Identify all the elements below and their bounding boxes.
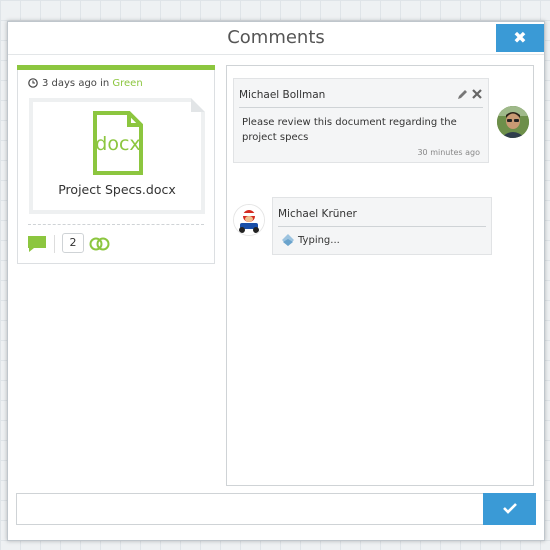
- file-card[interactable]: 3 days ago in Green docx Project Specs.d…: [17, 65, 215, 264]
- comment-input[interactable]: [17, 494, 483, 524]
- clock-icon: [28, 78, 38, 91]
- file-type-label: docx: [95, 133, 141, 155]
- action-divider: [54, 235, 55, 253]
- comment-bubble: Michael Bollman Please review this docum…: [233, 78, 489, 163]
- file-preview-inner: docx Project Specs.docx: [33, 102, 201, 210]
- comment-text: Please review this document regarding th…: [242, 117, 457, 143]
- typing-indicator: Typing...: [281, 233, 340, 247]
- modal-title: Comments: [227, 27, 325, 48]
- send-button[interactable]: [483, 493, 536, 525]
- comment-input-wrapper: [16, 493, 484, 525]
- modal-header: Comments ✖: [8, 22, 544, 55]
- comment-bubble: Michael Krüner Typing...: [272, 197, 492, 255]
- delete-icon[interactable]: [471, 88, 483, 103]
- file-name: Project Specs.docx: [58, 182, 176, 197]
- card-divider: [28, 224, 204, 225]
- comment-author: Michael Bollman: [239, 89, 326, 101]
- edit-icon[interactable]: [457, 89, 468, 103]
- file-preview[interactable]: docx Project Specs.docx: [29, 98, 205, 214]
- comments-modal: Comments ✖ 3 days ago in Green docx Proj…: [7, 21, 545, 541]
- linked-rings-icon[interactable]: [89, 236, 111, 255]
- comments-panel: Michael Bollman Please review this docum…: [226, 65, 534, 486]
- card-accent-bar: [17, 65, 215, 70]
- comment-timestamp: 30 minutes ago: [417, 148, 480, 157]
- close-button[interactable]: ✖: [496, 24, 544, 52]
- page-fold-corner: [191, 98, 205, 112]
- card-actions: 2: [27, 233, 207, 255]
- file-meta: 3 days ago in Green: [28, 78, 143, 91]
- time-ago-text: 3 days ago in: [42, 78, 113, 89]
- avatar[interactable]: [497, 106, 529, 138]
- avatar[interactable]: [233, 204, 265, 236]
- comment-divider: [278, 226, 486, 227]
- typing-text: Typing...: [298, 235, 340, 246]
- comment-icon[interactable]: [27, 235, 47, 256]
- comment-divider: [239, 107, 483, 108]
- comment-count-badge: 2: [62, 233, 84, 253]
- check-icon: [503, 503, 517, 514]
- typing-icon: [282, 234, 294, 246]
- group-link[interactable]: Green: [112, 78, 142, 89]
- close-icon: ✖: [513, 28, 527, 47]
- comment-author: Michael Krüner: [278, 208, 357, 220]
